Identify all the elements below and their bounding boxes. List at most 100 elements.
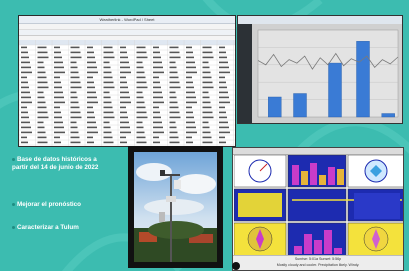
grid-cell-text: [153, 126, 163, 129]
grid-cell-text: [120, 46, 126, 49]
grid-cell-text: [153, 71, 164, 74]
grid-cell-text: [54, 51, 61, 54]
grid-cell-text: [120, 136, 126, 139]
grid-cell-text: [120, 131, 131, 134]
bullet-dot-icon: [12, 157, 15, 161]
grid-cell-text: [186, 101, 197, 104]
grid-cell-text: [21, 131, 32, 134]
grid-cell-text: [202, 106, 212, 109]
rain-bar: [294, 246, 302, 254]
grid-cell-text: [219, 91, 228, 94]
grid-cell-text: [186, 71, 197, 74]
grid-cell-text: [219, 76, 225, 79]
grid-cell-text: [136, 111, 147, 114]
grid-cell-text: [37, 86, 49, 89]
grid-cell-text: [219, 126, 229, 129]
grid-cell-text: [103, 56, 115, 59]
grid-cell-text: [21, 136, 27, 139]
grid-cell-text: [70, 66, 78, 69]
grid-cell-text: [37, 51, 48, 54]
grid-cell-text: [103, 141, 114, 144]
grid-cell-text: [21, 91, 30, 94]
bullet-text: Caracterizar a Tulum: [17, 224, 79, 231]
grid-cell-text: [37, 71, 46, 74]
grid-cell-text: [136, 126, 144, 129]
grid-cell-text: [87, 141, 94, 144]
grid-cell-text: [186, 106, 192, 109]
grid-cell-text: [37, 106, 47, 109]
grid-cell-text: [37, 141, 48, 144]
chart-bar: [293, 93, 307, 118]
grid-cell-text: [70, 116, 82, 119]
grid-cell-text: [169, 116, 181, 119]
grid-cell-text: [103, 121, 110, 124]
temperature-bar: [328, 167, 335, 185]
grid-cell-text: [54, 86, 62, 89]
grid-cell-text: [186, 116, 194, 119]
grid-cell-text: [153, 121, 162, 124]
grid-cell-text: [103, 106, 113, 109]
grid-cell-text: [37, 91, 44, 94]
grid-cell-text: [21, 116, 29, 119]
grid-cell-text: [54, 91, 63, 94]
grid-cell-text: [186, 56, 194, 59]
grid-cell-text: [103, 96, 111, 99]
grid-cell-text: [169, 61, 176, 64]
grid-cell-text: [120, 51, 127, 54]
grid-cell-text: [87, 46, 93, 49]
grid-cell-text: [219, 66, 229, 69]
grid-cell-text: [219, 46, 225, 49]
grid-cell-text: [169, 76, 179, 79]
grid-cell-text: [202, 66, 210, 69]
grid-cell-text: [136, 66, 144, 69]
grid-cell-text: [186, 86, 194, 89]
grid-cell-text: [87, 86, 95, 89]
grid-cell-text: [21, 121, 30, 124]
grid-cell-text: [37, 56, 49, 59]
grid-cell-text: [120, 61, 129, 64]
dashboard-titlebar: [233, 148, 403, 155]
grid-cell-text: [120, 91, 129, 94]
grid-cell-text: [219, 131, 230, 134]
bullet-text: Mejorar el pronóstico: [17, 201, 82, 208]
grid-cell-text: [87, 81, 94, 84]
grid-cell-text: [54, 106, 60, 109]
temperature-bar: [310, 163, 317, 185]
grid-cell-text: [37, 101, 46, 104]
grid-cell-text: [136, 81, 147, 84]
grid-cell-text: [153, 96, 163, 99]
grid-cell-text: [54, 71, 65, 74]
grid-cell-text: [103, 91, 110, 94]
spreadsheet-grid: [19, 40, 235, 146]
grid-cell-text: [21, 106, 27, 109]
grid-cell-text: [21, 51, 28, 54]
grid-cell-text: [186, 81, 193, 84]
grid-cell-text: [103, 116, 115, 119]
grid-cell-text: [37, 76, 47, 79]
grid-cell-text: [136, 136, 146, 139]
chart-bar: [381, 113, 395, 118]
grid-cell-text: [153, 51, 160, 54]
grid-cell-text: [169, 101, 178, 104]
grid-cell-text: [136, 121, 143, 124]
grid-cell-text: [169, 131, 178, 134]
grid-cell-text: [169, 136, 179, 139]
grid-cell-text: [136, 106, 146, 109]
grid-cell-text: [21, 111, 28, 114]
grid-cell-text: [103, 76, 113, 79]
grid-cell-text: [169, 71, 178, 74]
grid-cell-text: [219, 96, 229, 99]
grid-cell-text: [202, 76, 212, 79]
grid-cell-text: [136, 51, 147, 54]
grid-cell-text: [186, 121, 195, 124]
humidity-fill: [238, 193, 282, 217]
grid-cell-text: [186, 66, 196, 69]
grid-cell-text: [37, 81, 48, 84]
bullet-dot-icon: [12, 225, 15, 229]
grid-cell-text: [120, 71, 131, 74]
grid-cell-text: [70, 126, 78, 129]
grid-cell-text: [186, 136, 192, 139]
grid-cell-text: [169, 91, 176, 94]
grid-cell-text: [21, 141, 28, 144]
grid-cell-text: [186, 76, 192, 79]
